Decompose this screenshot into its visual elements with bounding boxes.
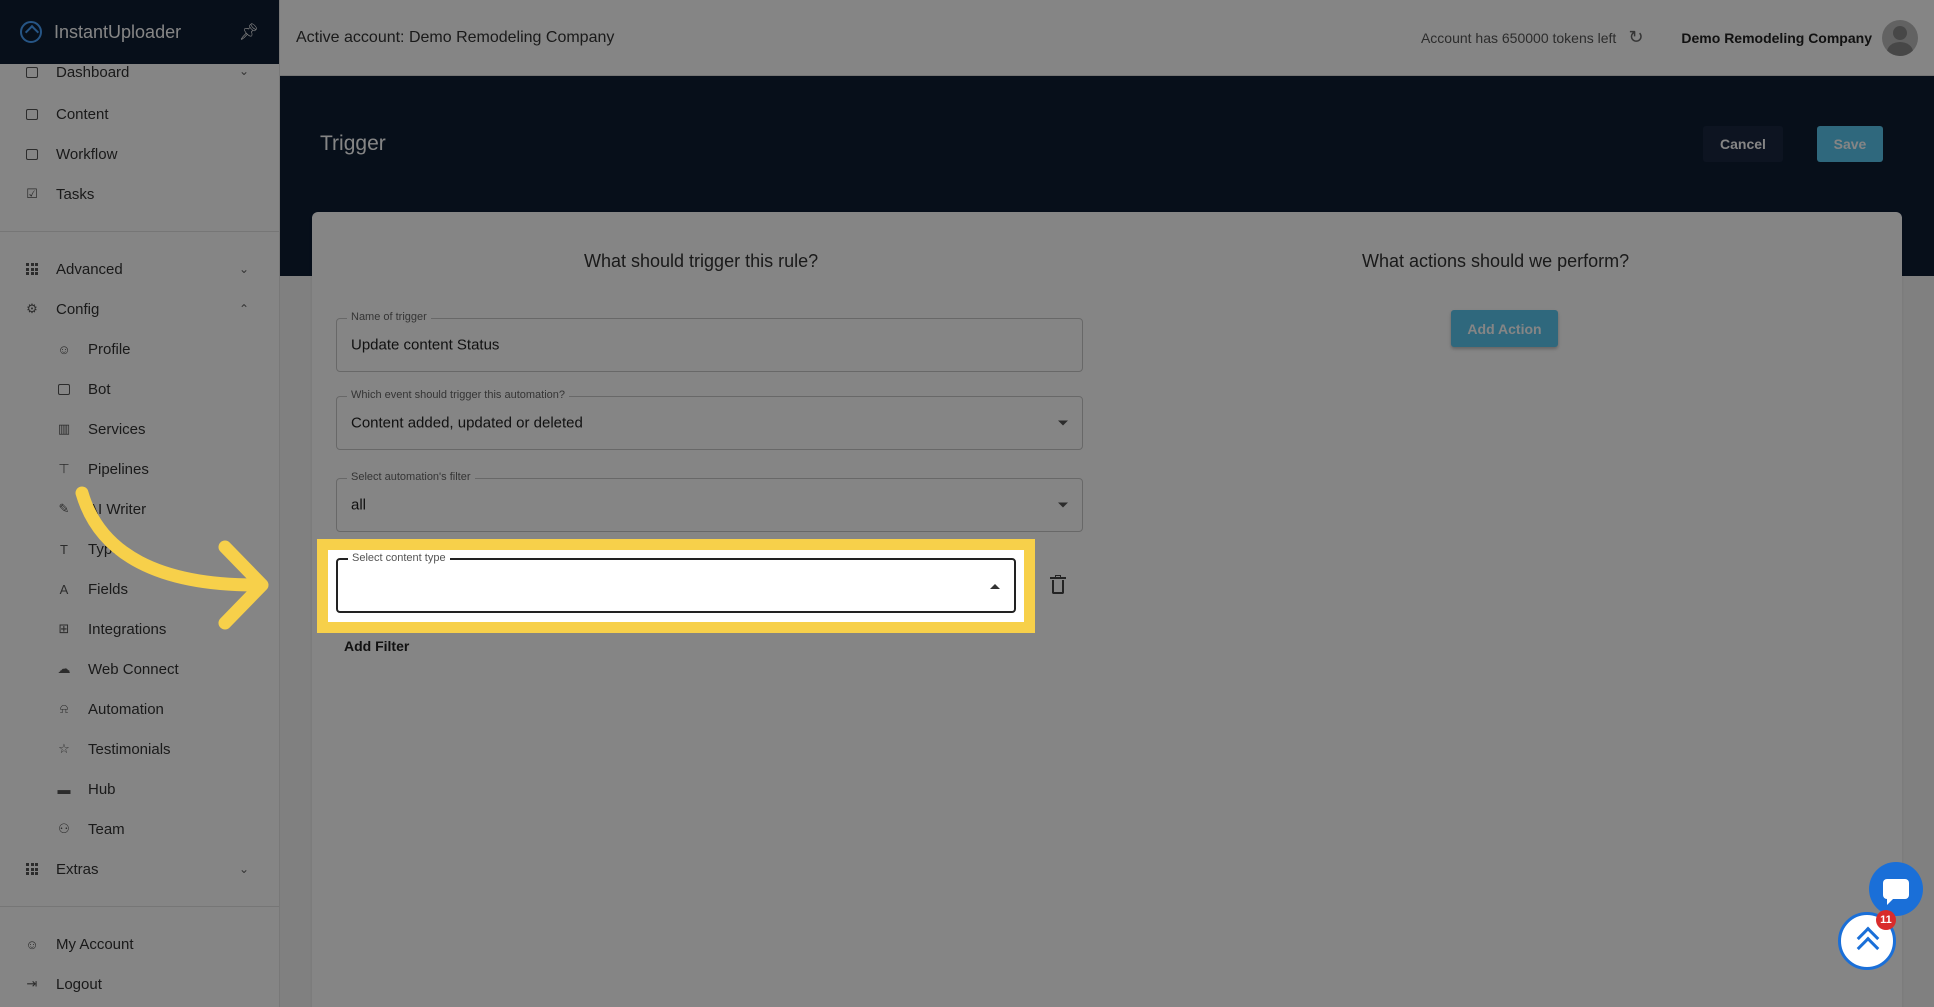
bell-icon: ⍾ — [59, 701, 69, 716]
chevron-up-icon: ⌃ — [238, 302, 249, 316]
add-action-button[interactable]: Add Action — [1451, 310, 1558, 347]
active-account-label: Active account: Demo Remodeling Company — [296, 28, 615, 46]
sidebar-item-team[interactable]: ⚇ Team — [0, 809, 279, 849]
sidebar-item-label: Bot — [88, 380, 111, 398]
sidebar-item-web-connect[interactable]: ☁ Web Connect — [0, 649, 279, 689]
sidebar-item-label: Advanced — [56, 260, 123, 278]
trigger-name-field[interactable]: Name of trigger Update content Status — [336, 311, 1083, 372]
checkbox-icon: ☑ — [26, 186, 38, 201]
sidebar-divider — [0, 906, 279, 907]
sidebar-item-label: Services — [88, 420, 146, 438]
top-header: Active account: Demo Remodeling Company … — [280, 0, 1934, 76]
grid-icon — [24, 261, 40, 277]
avatar[interactable] — [1882, 19, 1918, 56]
grid-icon — [24, 861, 40, 877]
filter-select[interactable]: Select automation's filter all — [336, 471, 1083, 532]
workflow-icon — [24, 146, 40, 162]
field-label: Name of trigger — [347, 311, 431, 323]
actions-section-heading: What actions should we perform? — [1362, 251, 1630, 271]
add-filter-button[interactable]: Add Filter — [344, 638, 409, 654]
sidebar-item-bot[interactable]: Bot — [0, 369, 279, 409]
field-value: Update content Status — [351, 336, 500, 354]
sidebar-item-label: Config — [56, 300, 100, 318]
services-icon: ▥ — [57, 421, 71, 436]
app-logo-icon — [20, 21, 42, 43]
sidebar-item-label: Web Connect — [88, 660, 179, 678]
person-icon: ☺ — [57, 341, 71, 357]
sidebar-divider — [0, 231, 279, 232]
person-icon: ☺ — [25, 936, 39, 952]
event-select[interactable]: Which event should trigger this automati… — [336, 389, 1083, 450]
pointer-arrow-icon — [75, 486, 269, 630]
chat-bubble-icon — [1883, 879, 1909, 905]
sidebar-item-label: Pipelines — [88, 460, 149, 478]
chevron-down-icon: ⌄ — [238, 262, 249, 276]
field-label: Select content type — [348, 552, 450, 564]
delete-icon[interactable] — [1050, 575, 1066, 595]
token-balance-text: Account has 650000 tokens left — [1420, 29, 1617, 46]
token-balance: Account has 650000 tokens left ↻ — [1421, 27, 1643, 48]
sidebar-item-label: Automation — [88, 700, 164, 718]
sidebar-item-testimonials[interactable]: ☆ Testimonials — [0, 729, 279, 769]
sidebar-item-label: Profile — [88, 340, 131, 358]
caret-down-icon — [1058, 502, 1068, 508]
sidebar-item-label: Team — [88, 820, 125, 838]
field-label: Which event should trigger this automati… — [347, 389, 570, 401]
field-label: Select automation's filter — [347, 471, 475, 483]
chat-widget-button[interactable] — [1869, 862, 1923, 916]
sidebar-item-label: Content — [56, 105, 109, 123]
sidebar-item-extras[interactable]: Extras ⌄ — [0, 849, 279, 889]
sidebar-item-label: My Account — [56, 935, 134, 953]
sidebar-item-label: Testimonials — [88, 740, 171, 758]
sidebar-item-hub[interactable]: ▬ Hub — [0, 769, 279, 809]
pipelines-icon: ⊤ — [58, 461, 70, 476]
caret-up-icon — [990, 584, 1000, 589]
sidebar-item-content[interactable]: Content — [0, 94, 279, 134]
save-button[interactable]: Save — [1817, 126, 1883, 162]
gear-icon: ⚙ — [26, 301, 38, 316]
sidebar-item-label: Extras — [56, 860, 99, 878]
sidebar-item-workflow[interactable]: Workflow — [0, 134, 279, 174]
chevron-down-icon: ⌄ — [238, 64, 249, 78]
sidebar-item-pipelines[interactable]: ⊤ Pipelines — [0, 449, 279, 489]
sidebar-item-tasks[interactable]: ☑ Tasks — [0, 174, 279, 214]
sidebar-item-config[interactable]: ⚙ Config ⌃ — [0, 289, 279, 329]
sidebar-item-automation[interactable]: ⍾ Automation — [0, 689, 279, 729]
field-value: all — [351, 496, 367, 514]
dashboard-icon — [24, 64, 40, 80]
hub-icon: ▬ — [57, 781, 71, 797]
chat-icon — [56, 381, 72, 397]
sidebar-item-logout[interactable]: ⇥ Logout — [0, 964, 279, 1004]
logout-icon: ⇥ — [26, 976, 38, 991]
company-name[interactable]: Demo Remodeling Company — [1681, 30, 1872, 46]
trigger-section-heading: What should trigger this rule? — [584, 251, 819, 271]
sidebar-item-dashboard[interactable]: Dashboard ⌄ — [0, 64, 279, 86]
brand-bar: InstantUploader 📌︎ — [0, 0, 279, 64]
page-title: Trigger — [320, 132, 386, 155]
cancel-button[interactable]: Cancel — [1703, 126, 1783, 162]
chevron-down-icon: ⌄ — [238, 862, 249, 876]
sidebar-item-label: Dashboard — [56, 64, 130, 81]
notification-badge: 11 — [1876, 910, 1896, 930]
sidebar-item-label: Hub — [88, 780, 116, 798]
team-icon: ⚇ — [58, 821, 70, 836]
refresh-icon[interactable]: ↻ — [1628, 27, 1643, 48]
cloud-icon: ☁ — [57, 661, 71, 676]
caret-down-icon — [1058, 420, 1068, 426]
sidebar-item-advanced[interactable]: Advanced ⌄ — [0, 249, 279, 289]
sidebar-item-label: Logout — [56, 975, 102, 993]
app-name: InstantUploader — [54, 21, 182, 42]
star-icon: ☆ — [58, 741, 70, 756]
sidebar-item-my-account[interactable]: ☺ My Account — [0, 924, 279, 964]
pin-icon[interactable]: 📌︎ — [239, 22, 259, 42]
folder-icon — [24, 106, 40, 122]
sidebar-item-services[interactable]: ▥ Services — [0, 409, 279, 449]
sidebar-item-label: Workflow — [56, 145, 118, 163]
sidebar-item-profile[interactable]: ☺ Profile — [0, 329, 279, 369]
content-type-select[interactable]: Select content type — [336, 552, 1016, 613]
field-value: Content added, updated or deleted — [351, 414, 583, 432]
sidebar-item-label: Tasks — [56, 185, 95, 203]
